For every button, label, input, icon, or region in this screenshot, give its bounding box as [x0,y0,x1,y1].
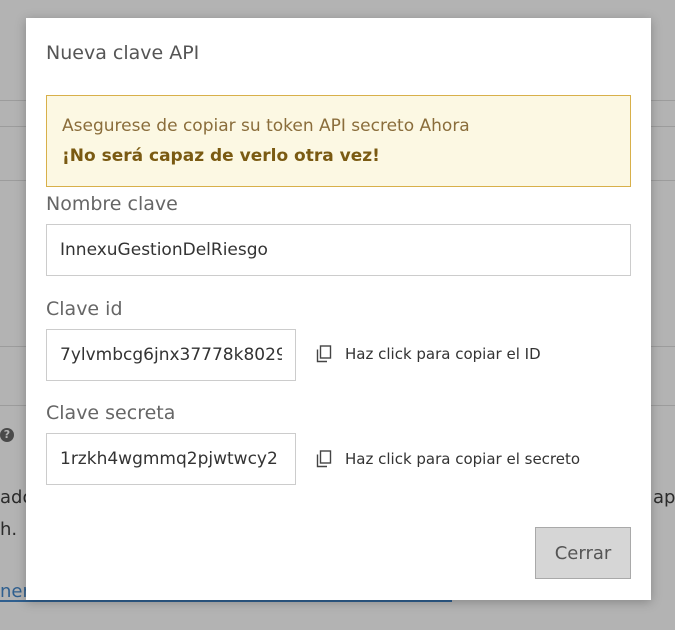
key-id-input[interactable] [46,329,296,381]
warning-alert: Asegurese de copiar su token API secreto… [46,95,631,187]
copy-id-button[interactable]: Haz click para copiar el ID [316,342,541,366]
background-text: h. [0,519,18,540]
new-api-key-modal: Nueva clave API Asegurese de copiar su t… [26,18,651,600]
close-button[interactable]: Cerrar [535,527,631,579]
warning-emphasis: ¡No será capaz de verlo otra vez! [62,146,380,166]
key-name-label: Nombre clave [46,193,178,215]
secret-key-input[interactable] [46,433,296,485]
key-id-label: Clave id [46,298,123,320]
secret-key-label: Clave secreta [46,402,176,424]
background-link-underline [0,600,452,602]
copy-id-label: Haz click para copiar el ID [345,345,541,363]
copy-secret-button[interactable]: Haz click para copiar el secreto [316,447,580,471]
warning-message: Asegurese de copiar su token API secreto… [62,116,470,136]
copy-icon [316,345,332,363]
background-text: apl [653,487,675,508]
key-name-input[interactable] [46,224,631,276]
copy-icon [316,450,332,468]
modal-title: Nueva clave API [46,42,200,64]
copy-secret-label: Haz click para copiar el secreto [345,450,581,468]
help-icon: ? [0,428,14,442]
